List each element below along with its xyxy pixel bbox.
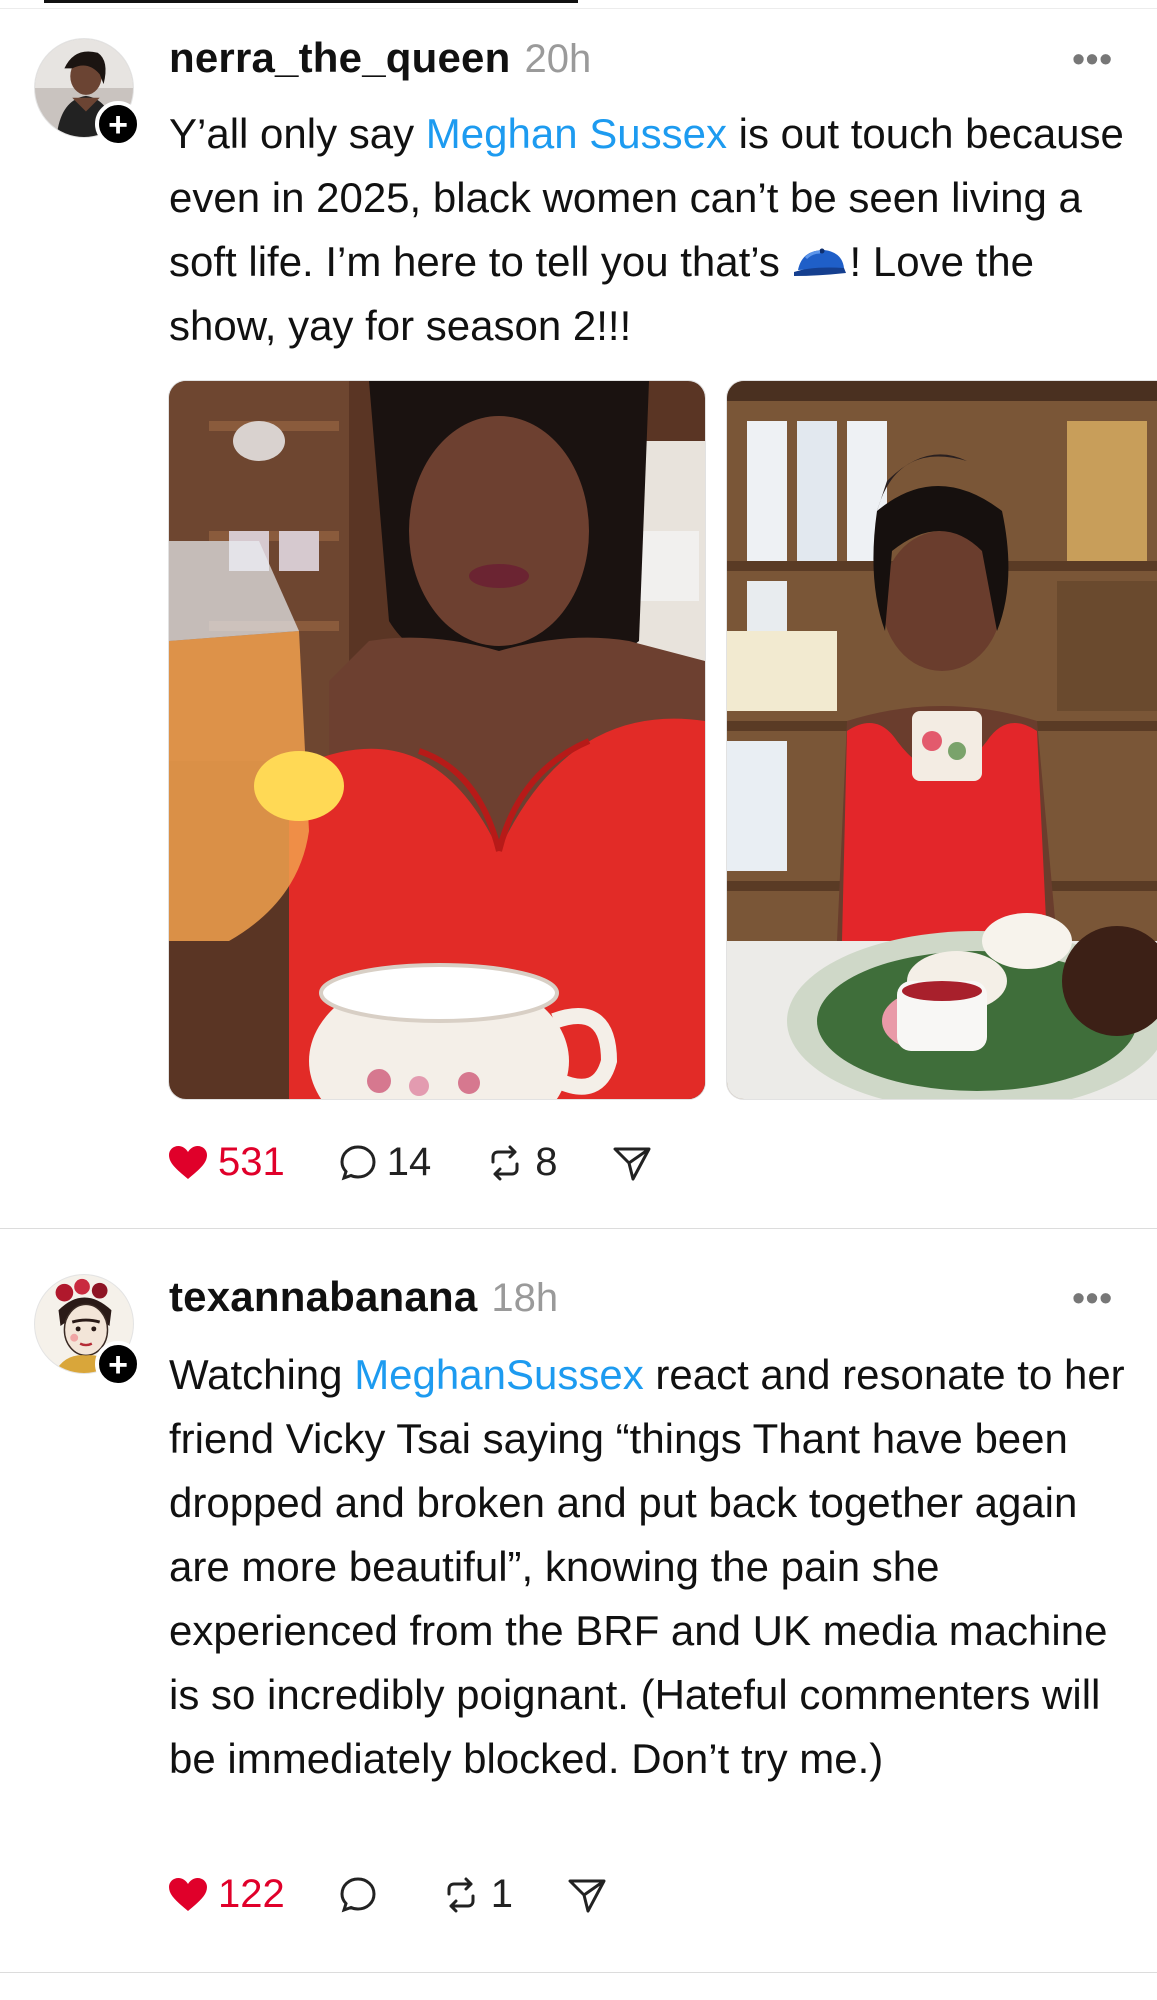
heart-icon (169, 1145, 207, 1179)
repost-icon (491, 1145, 519, 1180)
comment-button[interactable] (339, 1876, 387, 1914)
like-count: 531 (218, 1140, 285, 1184)
post: + nerra_the_queen 20h ••• Y’all only say… (0, 0, 1157, 1228)
post-image[interactable] (726, 380, 1157, 1100)
repost-count: 8 (535, 1140, 558, 1184)
action-bar: 531 14 8 (168, 1140, 706, 1185)
repost-icon (447, 1877, 475, 1912)
send-icon (568, 1879, 606, 1912)
repost-count: 1 (490, 1872, 513, 1916)
post-text: Watching MeghanSussex react and resonate… (169, 1343, 1129, 1791)
mention-link[interactable]: Meghan Sussex (426, 110, 727, 157)
more-options-icon[interactable]: ••• (1072, 38, 1113, 80)
username[interactable]: texannabanana (169, 1273, 477, 1321)
action-bar: 122 1 (168, 1872, 661, 1917)
text-segment: Watching (169, 1351, 355, 1398)
follow-plus-icon[interactable]: + (95, 101, 141, 147)
post-header: nerra_the_queen 20h (169, 34, 591, 82)
comment-icon (340, 1876, 376, 1912)
comment-button[interactable]: 14 (339, 1140, 432, 1185)
timestamp: 18h (491, 1276, 559, 1320)
blue-cap-icon (792, 234, 850, 276)
share-button[interactable] (612, 1144, 652, 1182)
mention-link[interactable]: MeghanSussex (354, 1351, 644, 1398)
comment-icon (340, 1144, 376, 1180)
more-options-icon[interactable]: ••• (1072, 1277, 1113, 1319)
post-image[interactable] (168, 380, 706, 1100)
repost-button[interactable]: 1 (441, 1872, 513, 1917)
text-segment: Y’all only say (169, 110, 426, 157)
send-icon (613, 1147, 650, 1180)
like-button[interactable]: 122 (168, 1872, 285, 1917)
share-button[interactable] (567, 1876, 607, 1914)
post-divider (0, 1972, 1157, 1973)
follow-plus-icon[interactable]: + (95, 1341, 141, 1387)
post-text: Y’all only say Meghan Sussex is out touc… (169, 102, 1129, 358)
text-segment: react and resonate to her friend Vicky T… (169, 1351, 1125, 1782)
comment-count: 14 (386, 1140, 432, 1184)
post-header: texannabanana 18h (169, 1273, 558, 1321)
post: + texannabanana 18h ••• Watching MeghanS… (0, 1229, 1157, 2000)
like-count: 122 (218, 1872, 285, 1916)
repost-button[interactable]: 8 (485, 1140, 558, 1185)
timestamp: 20h (524, 37, 592, 81)
heart-icon (169, 1877, 207, 1911)
like-button[interactable]: 531 (168, 1140, 285, 1185)
username[interactable]: nerra_the_queen (169, 34, 510, 82)
